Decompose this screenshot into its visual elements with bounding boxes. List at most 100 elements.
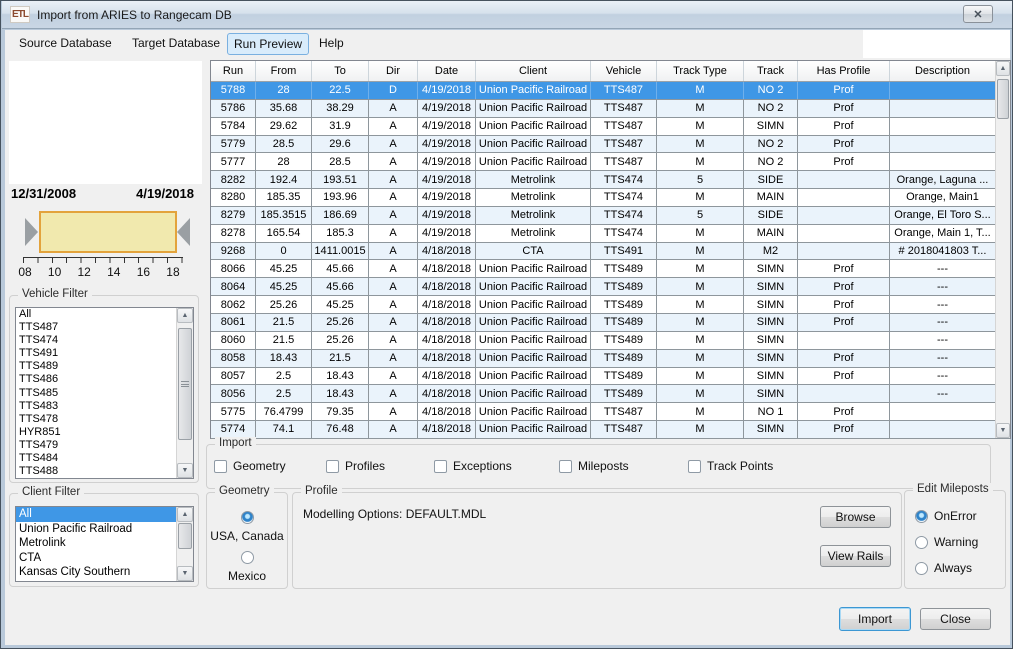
table-cell: Orange, Main1: [890, 189, 996, 206]
client-filter-item[interactable]: Kansas City Southern: [16, 565, 178, 580]
checkbox-profiles[interactable]: [326, 460, 339, 473]
client-filter-item[interactable]: CTA: [16, 551, 178, 566]
client-filter-scrollbar[interactable]: ▲ ▼: [176, 507, 193, 581]
scroll-down-icon[interactable]: ▼: [996, 423, 1010, 438]
table-row[interactable]: 57772828.5A4/19/2018Union Pacific Railro…: [211, 153, 1010, 171]
column-header-to[interactable]: To: [312, 61, 369, 81]
table-row[interactable]: 577576.479979.35A4/18/2018Union Pacific …: [211, 403, 1010, 421]
vehicle-filter-item[interactable]: HYR851: [16, 426, 193, 439]
column-header-description[interactable]: Description: [890, 61, 996, 81]
radio-usa-canada[interactable]: [241, 511, 254, 524]
table-cell: ---: [890, 314, 996, 331]
checkbox-label: Exceptions: [453, 459, 512, 473]
scrollbar-thumb[interactable]: [178, 328, 192, 440]
radio-warning[interactable]: [915, 536, 928, 549]
table-row[interactable]: 577928.529.6A4/19/2018Union Pacific Rail…: [211, 136, 1010, 154]
table-cell: 4/19/2018: [418, 118, 476, 135]
vehicle-filter-item[interactable]: TTS487: [16, 321, 193, 334]
tab-target-database[interactable]: Target Database: [126, 33, 226, 53]
import-button[interactable]: Import: [839, 607, 911, 631]
table-cell: 4/18/2018: [418, 368, 476, 385]
geometry-group-label: Geometry: [215, 485, 274, 497]
column-header-has-profile[interactable]: Has Profile: [798, 61, 890, 81]
window-close-button[interactable]: ✕: [963, 5, 993, 23]
vehicle-filter-item[interactable]: TTS478: [16, 413, 193, 426]
table-row[interactable]: 578429.6231.9A4/19/2018Union Pacific Rai…: [211, 118, 1010, 136]
vehicle-filter-item[interactable]: TTS491: [16, 347, 193, 360]
title-bar[interactable]: ETL Import from ARIES to Rangecam DB ✕: [2, 1, 1013, 29]
table-row[interactable]: 57882822.5D4/19/2018Union Pacific Railro…: [211, 82, 1010, 100]
range-end-handle-icon[interactable]: [177, 218, 190, 246]
table-row[interactable]: 578635.6838.29A4/19/2018Union Pacific Ra…: [211, 100, 1010, 118]
vehicle-filter-listbox[interactable]: AllTTS487TTS474TTS491TTS489TTS486TTS485T…: [15, 307, 194, 479]
table-row[interactable]: 805818.4321.5A4/18/2018Union Pacific Rai…: [211, 350, 1010, 368]
table-row[interactable]: 8280185.35193.96A4/19/2018MetrolinkTTS47…: [211, 189, 1010, 207]
scrollbar-thumb[interactable]: [178, 523, 192, 549]
client-filter-item[interactable]: Metrolink: [16, 536, 178, 551]
client-filter-item[interactable]: All: [16, 507, 178, 522]
vehicle-filter-item[interactable]: TTS488: [16, 465, 193, 478]
tab-help[interactable]: Help: [313, 33, 350, 53]
table-cell: 5779: [211, 136, 256, 153]
table-row[interactable]: 8279185.3515186.69A4/19/2018MetrolinkTTS…: [211, 207, 1010, 225]
column-header-date[interactable]: Date: [418, 61, 476, 81]
table-row[interactable]: 806021.525.26A4/18/2018Union Pacific Rai…: [211, 332, 1010, 350]
scroll-up-icon[interactable]: ▲: [177, 507, 193, 522]
checkbox-geometry[interactable]: [214, 460, 227, 473]
table-row[interactable]: 577474.176.48A4/18/2018Union Pacific Rai…: [211, 421, 1010, 439]
table-row[interactable]: 806645.2545.66A4/18/2018Union Pacific Ra…: [211, 260, 1010, 278]
scroll-up-icon[interactable]: ▲: [996, 61, 1010, 76]
table-row[interactable]: 80572.518.43A4/18/2018Union Pacific Rail…: [211, 368, 1010, 386]
column-header-track-type[interactable]: Track Type: [657, 61, 744, 81]
table-row[interactable]: 80562.518.43A4/18/2018Union Pacific Rail…: [211, 385, 1010, 403]
scroll-up-icon[interactable]: ▲: [177, 308, 193, 323]
checkbox-track-points[interactable]: [688, 460, 701, 473]
radio-always[interactable]: [915, 562, 928, 575]
range-start-handle-icon[interactable]: [25, 218, 38, 246]
client-filter-listbox[interactable]: AllUnion Pacific RailroadMetrolinkCTAKan…: [15, 506, 194, 582]
date-range-selection[interactable]: [39, 211, 177, 253]
radio-onerror[interactable]: [915, 510, 928, 523]
checkbox-mileposts[interactable]: [559, 460, 572, 473]
table-cell: 21.5: [312, 350, 369, 367]
tab-source-database[interactable]: Source Database: [13, 33, 118, 53]
table-row[interactable]: 926801411.0015A4/18/2018CTATTS491MM2# 20…: [211, 243, 1010, 261]
scroll-down-icon[interactable]: ▼: [177, 566, 193, 581]
column-header-vehicle[interactable]: Vehicle: [591, 61, 657, 81]
milepost-radio-row: Warning: [915, 535, 978, 549]
runs-table-header[interactable]: RunFromToDirDateClientVehicleTrack TypeT…: [211, 61, 1010, 82]
view-rails-button[interactable]: View Rails: [820, 545, 891, 567]
runs-table[interactable]: RunFromToDirDateClientVehicleTrack TypeT…: [210, 60, 1011, 439]
close-button[interactable]: Close: [920, 608, 991, 630]
runs-table-scrollbar[interactable]: ▲ ▼: [995, 61, 1010, 438]
vehicle-filter-item[interactable]: TTS484: [16, 452, 193, 465]
radio-mexico[interactable]: [241, 551, 254, 564]
column-header-track[interactable]: Track: [744, 61, 798, 81]
column-header-dir[interactable]: Dir: [369, 61, 418, 81]
vehicle-filter-item[interactable]: All: [16, 308, 193, 321]
vehicle-filter-item[interactable]: TTS486: [16, 373, 193, 386]
table-cell: Prof: [798, 82, 890, 99]
table-row[interactable]: 806445.2545.66A4/18/2018Union Pacific Ra…: [211, 278, 1010, 296]
checkbox-exceptions[interactable]: [434, 460, 447, 473]
scroll-down-icon[interactable]: ▼: [177, 463, 193, 478]
column-header-client[interactable]: Client: [476, 61, 591, 81]
vehicle-filter-item[interactable]: TTS474: [16, 334, 193, 347]
vehicle-filter-item[interactable]: TTS489: [16, 360, 193, 373]
table-row[interactable]: 806225.2645.25A4/18/2018Union Pacific Ra…: [211, 296, 1010, 314]
vehicle-filter-item[interactable]: TTS483: [16, 400, 193, 413]
vehicle-filter-item[interactable]: TTS479: [16, 439, 193, 452]
vehicle-filter-item[interactable]: TTS485: [16, 387, 193, 400]
scrollbar-thumb[interactable]: [997, 79, 1009, 119]
table-cell: TTS491: [591, 243, 657, 260]
table-row[interactable]: 8282192.4193.51A4/19/2018MetrolinkTTS474…: [211, 171, 1010, 189]
table-cell: TTS474: [591, 207, 657, 224]
table-row[interactable]: 8278165.54185.3A4/19/2018MetrolinkTTS474…: [211, 225, 1010, 243]
vehicle-filter-scrollbar[interactable]: ▲ ▼: [176, 308, 193, 478]
table-row[interactable]: 806121.525.26A4/18/2018Union Pacific Rai…: [211, 314, 1010, 332]
column-header-run[interactable]: Run: [211, 61, 256, 81]
tab-run-preview[interactable]: Run Preview: [227, 33, 309, 55]
browse-button[interactable]: Browse: [820, 506, 891, 528]
column-header-from[interactable]: From: [256, 61, 312, 81]
client-filter-item[interactable]: Union Pacific Railroad: [16, 522, 178, 537]
